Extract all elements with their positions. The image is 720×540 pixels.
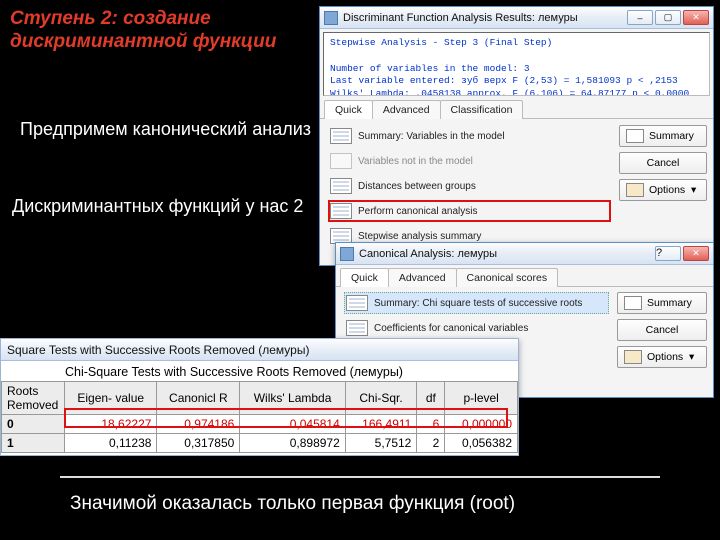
button-label: Summary (647, 297, 692, 309)
tab-advanced[interactable]: Advanced (388, 268, 457, 287)
window-chi-square-table: Square Tests with Successive Roots Remov… (0, 338, 519, 456)
table-caption: Chi-Square Tests with Successive Roots R… (1, 361, 518, 381)
window-discriminant-results: Discriminant Function Analysis Results: … (319, 6, 714, 266)
report-line: Stepwise Analysis - Step 3 (Final Step) (330, 37, 703, 50)
button-label: Cancel (646, 324, 679, 336)
window-title-text: Discriminant Function Analysis Results: … (343, 12, 627, 24)
tab-quick[interactable]: Quick (340, 268, 389, 287)
menu-coefficients[interactable]: Coefficients for canonical variables (344, 317, 609, 339)
cell: 0,11238 (65, 434, 157, 453)
cell: 0,317850 (157, 434, 240, 453)
menu-label: Stepwise analysis summary (358, 231, 609, 242)
cell: 0,056382 (445, 434, 518, 453)
report-line: Number of variables in the model: 3 (330, 63, 703, 76)
cell: 6 (417, 415, 445, 434)
table-row[interactable]: 1 0,11238 0,317850 0,898972 5,7512 2 0,0… (2, 434, 518, 453)
window-titlebar[interactable]: Discriminant Function Analysis Results: … (320, 7, 713, 29)
summary-button[interactable]: Summary (617, 292, 707, 314)
tab-canonical-scores[interactable]: Canonical scores (456, 268, 559, 287)
close-button[interactable]: ✕ (683, 10, 709, 25)
tab-row: Quick Advanced Canonical scores (336, 267, 713, 287)
slide-footer: Значимой оказалась только первая функция… (70, 493, 515, 515)
table-icon (346, 320, 368, 336)
cell: 5,7512 (345, 434, 417, 453)
col-df: df (417, 382, 445, 415)
chevron-down-icon: ▾ (688, 351, 695, 363)
panel: Summary: Variables in the model Variable… (320, 119, 713, 256)
summary-button[interactable]: Summary (619, 125, 707, 147)
cell: 18,62227 (65, 415, 157, 434)
window-title-text: Canonical Analysis: лемуры (359, 248, 655, 260)
report-line: Last variable entered: зуб верх F (2,53)… (330, 75, 703, 88)
menu-perform-canonical-analysis[interactable]: Perform canonical analysis (328, 200, 611, 222)
options-button[interactable]: Options ▾ (617, 346, 707, 368)
button-label: Summary (649, 130, 694, 142)
menu-variables-not-in-model[interactable]: Variables not in the model (328, 150, 611, 172)
col-chi-sqr: Chi-Sqr. (345, 382, 417, 415)
slide-subtitle-1: Предпримем канонический анализ (20, 118, 320, 141)
gear-icon (626, 183, 644, 197)
table-icon (330, 128, 352, 144)
menu-label: Summary: Chi square tests of successive … (374, 298, 607, 309)
cell: 0,898972 (240, 434, 345, 453)
table-icon (330, 153, 352, 169)
table-icon (330, 203, 352, 219)
window-titlebar[interactable]: Canonical Analysis: лемуры ? ✕ (336, 243, 713, 265)
col-wilks-lambda: Wilks' Lambda (240, 382, 345, 415)
right-buttons: Summary Cancel Options ▾ (619, 125, 707, 250)
menu-label: Variables not in the model (358, 156, 609, 167)
cell: 0,000000 (445, 415, 518, 434)
maximize-button[interactable]: ▢ (655, 10, 681, 25)
close-button[interactable]: ✕ (683, 246, 709, 261)
cell: 0 (2, 415, 65, 434)
slide-title: Ступень 2: создание дискриминантной функ… (10, 8, 310, 54)
cell: 0,045814 (240, 415, 345, 434)
table-icon (626, 129, 644, 143)
app-icon (340, 247, 354, 261)
col-canonical-r: Canonicl R (157, 382, 240, 415)
col-p-level: p-level (445, 382, 518, 415)
menu-column: Summary: Variables in the model Variable… (328, 125, 611, 250)
cancel-button[interactable]: Cancel (617, 319, 707, 341)
col-eigenvalue: Eigen- value (65, 382, 157, 415)
options-button[interactable]: Options ▾ (619, 179, 707, 201)
table-row[interactable]: 0 18,62227 0,974186 0,045814 166,4911 6 … (2, 415, 518, 434)
button-label: Cancel (647, 157, 680, 169)
app-icon (324, 11, 338, 25)
menu-label: Summary: Variables in the model (358, 131, 609, 142)
cell: 2 (417, 434, 445, 453)
tab-row: Quick Advanced Classification (320, 99, 713, 119)
menu-variables-in-model[interactable]: Summary: Variables in the model (328, 125, 611, 147)
menu-label: Distances between groups (358, 181, 609, 192)
menu-distances-between-groups[interactable]: Distances between groups (328, 175, 611, 197)
minimize-button[interactable]: – (627, 10, 653, 25)
report-line: Wilks' Lambda: ,0458138 approx. F (6,106… (330, 88, 703, 96)
help-button[interactable]: ? (655, 246, 681, 261)
report-area: Stepwise Analysis - Step 3 (Final Step) … (323, 32, 710, 96)
cell: 0,974186 (157, 415, 240, 434)
menu-chi-square-tests[interactable]: Summary: Chi square tests of successive … (344, 292, 609, 314)
tab-quick[interactable]: Quick (324, 100, 373, 119)
chi-square-table: Roots Removed Eigen- value Canonicl R Wi… (1, 381, 518, 453)
right-buttons: Summary Cancel Options ▾ (617, 292, 707, 392)
button-label: Options (649, 184, 685, 196)
menu-label: Perform canonical analysis (358, 206, 609, 217)
table-icon (346, 295, 368, 311)
button-label: Options (647, 351, 683, 363)
cell: 1 (2, 434, 65, 453)
cancel-button[interactable]: Cancel (619, 152, 707, 174)
menu-label: Coefficients for canonical variables (374, 323, 607, 334)
table-icon (624, 296, 642, 310)
gear-icon (624, 350, 642, 364)
cell: 166,4911 (345, 415, 417, 434)
slide-subtitle-2: Дискриминантных функций у нас 2 (12, 195, 312, 218)
window-title-text: Square Tests with Successive Roots Remov… (7, 343, 309, 357)
col-roots-removed: Roots Removed (2, 382, 65, 415)
tab-classification[interactable]: Classification (440, 100, 524, 119)
chevron-down-icon: ▾ (690, 184, 697, 196)
divider (60, 476, 660, 478)
tab-advanced[interactable]: Advanced (372, 100, 441, 119)
window-titlebar[interactable]: Square Tests with Successive Roots Remov… (1, 339, 518, 361)
table-icon (330, 178, 352, 194)
